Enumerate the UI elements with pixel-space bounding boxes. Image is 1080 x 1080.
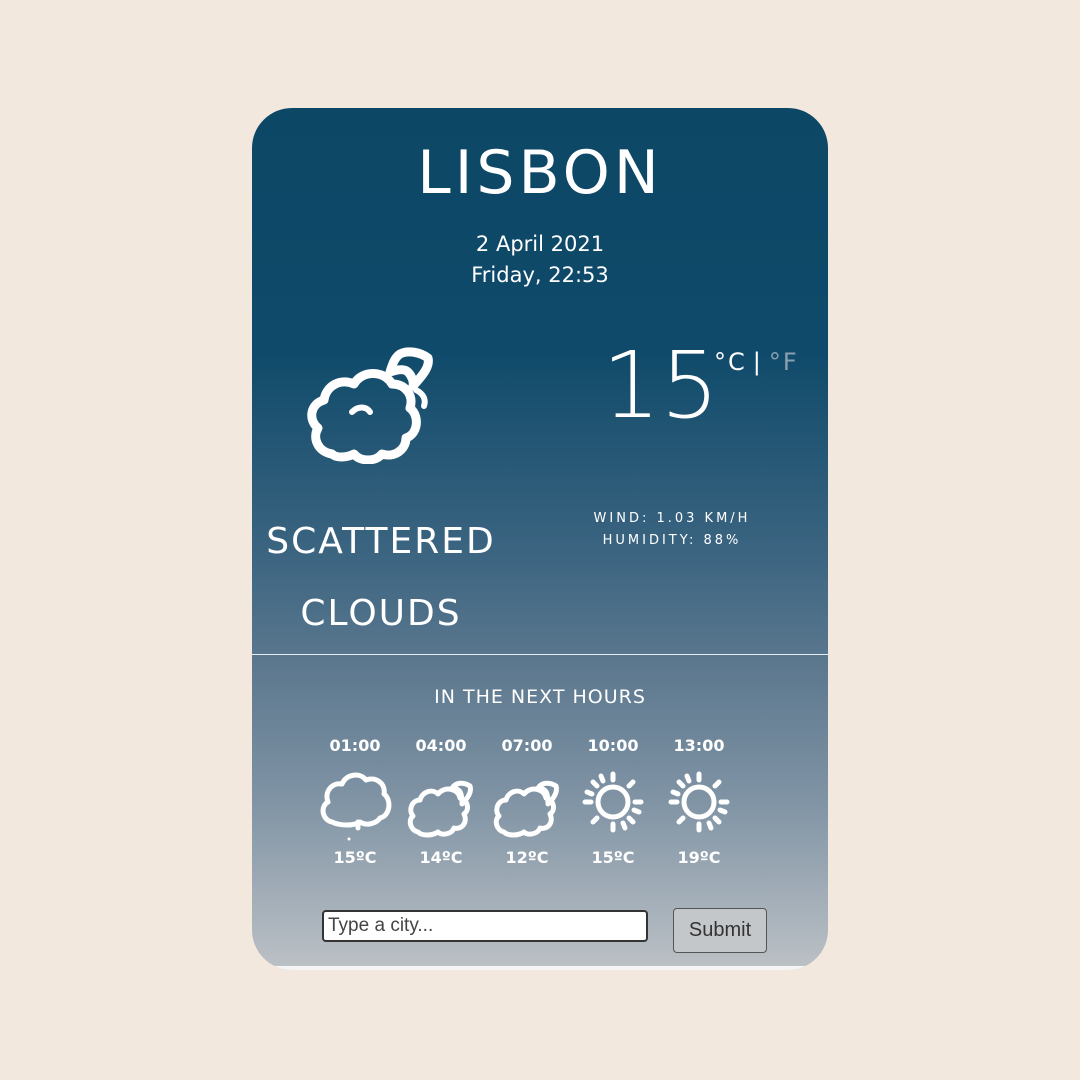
forecast-title: IN THE NEXT HOURS xyxy=(434,686,646,708)
forecast-item: 07:00 12ºC xyxy=(484,736,570,867)
cloud-moon-icon xyxy=(307,347,433,464)
weather-details: WIND: 1.03 KM/H HUMIDITY: 88% xyxy=(582,508,762,552)
forecast-time: 10:00 xyxy=(587,736,639,755)
city-name: LISBON xyxy=(417,138,663,208)
unit-toggle: °C | °F xyxy=(714,348,799,376)
submit-button[interactable]: Submit xyxy=(673,908,767,953)
description-line-1: SCATTERED xyxy=(266,521,496,562)
description-line-2: CLOUDS xyxy=(300,593,462,634)
hourly-forecast: 01:00 15ºC 04:00 14ºC 07:00 12ºC 10:00 1… xyxy=(312,736,742,867)
sun-icon xyxy=(582,771,644,833)
forecast-item: 10:00 15ºC xyxy=(570,736,656,867)
forecast-temp: 15ºC xyxy=(333,848,377,867)
forecast-temp: 12ºC xyxy=(505,848,549,867)
forecast-item: 04:00 14ºC xyxy=(398,736,484,867)
forecast-time: 04:00 xyxy=(415,736,467,755)
unit-separator: | xyxy=(752,348,763,376)
current-temperature: 15 xyxy=(602,332,720,439)
forecast-time: 01:00 xyxy=(329,736,381,755)
forecast-item: 13:00 19ºC xyxy=(656,736,742,867)
forecast-temp: 15ºC xyxy=(591,848,635,867)
fahrenheit-link[interactable]: °F xyxy=(769,348,799,376)
cloud-moon-icon xyxy=(407,780,473,838)
cloud-moon-icon xyxy=(493,780,559,838)
city-search-input[interactable] xyxy=(322,910,648,942)
wind-speed: WIND: 1.03 KM/H xyxy=(593,511,751,526)
current-date: 2 April 2021 xyxy=(475,232,605,256)
card-bottom-edge xyxy=(252,966,828,970)
forecast-time: 13:00 xyxy=(673,736,725,755)
forecast-time: 07:00 xyxy=(501,736,553,755)
sun-icon xyxy=(668,771,730,833)
forecast-temp: 19ºC xyxy=(677,848,721,867)
humidity: HUMIDITY: 88% xyxy=(602,533,742,548)
weather-description: SCATTERED CLOUDS xyxy=(252,506,510,650)
current-day-time: Friday, 22:53 xyxy=(471,263,609,287)
cloud-drizzle-icon xyxy=(320,772,392,841)
celsius-link[interactable]: °C xyxy=(714,348,747,376)
forecast-item: 01:00 15ºC xyxy=(312,736,398,867)
weather-card: LISBON 2 April 2021 Friday, 22:53 15 °C |… xyxy=(252,108,828,970)
section-divider xyxy=(252,654,828,655)
forecast-temp: 14ºC xyxy=(419,848,463,867)
